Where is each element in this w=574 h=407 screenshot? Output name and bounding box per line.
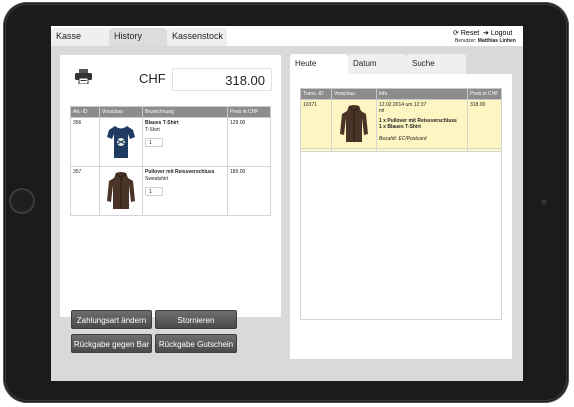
cell-thumb [99,166,143,216]
product-type: Sweatshirt [145,176,169,182]
cell-price: 189.00 [227,166,271,216]
tab-kasse[interactable]: Kasse [51,28,109,46]
payment-method: Bezahlt: EC/Postcard [379,136,427,142]
col-info: Info [376,88,468,100]
logout-icon: ➜ [483,30,489,37]
cell-trans-id: 10371 [300,99,332,152]
printer-icon[interactable] [75,69,92,84]
cell-desc: Pullover mit Reissverschluss Sweatshirt … [142,166,228,216]
currency-label: CHF [139,71,166,86]
transaction-unit: ml [379,108,385,114]
reset-button[interactable]: ⟳ Reset [453,29,479,37]
col-vorschau: Vorschau [331,88,377,100]
tab-heute[interactable]: Heute [290,54,348,74]
col-preis: Preis in CHF [227,106,271,118]
col-art-id: Art.-ID [70,106,100,118]
logout-label: Logout [490,30,513,37]
home-button[interactable] [9,188,35,214]
tshirt-icon [107,126,135,158]
history-empty-area [300,148,502,320]
history-header-row: Trans.-ID Vorschau Info Preis in CHF [300,88,502,100]
tab-kassenstock[interactable]: Kassenstock [167,28,227,46]
cart-panel: CHF 318.00 Art.-ID Vorschau Bezeichnung … [60,55,281,317]
history-tabs: Heute Datum Suche [290,54,512,74]
history-table: Trans.-ID Vorschau Info Preis in CHF 103… [300,88,502,152]
cart-table: Art.-ID Vorschau Bezeichnung Preis in CH… [70,106,271,216]
cell-price: 318.00 [467,99,502,152]
cell-price: 129.00 [227,117,271,167]
user-name: Matthias Linhen [477,38,516,44]
cell-id: 357 [70,166,100,216]
total-display: 318.00 [172,68,272,91]
product-name: Pullover mit Reissverschluss [145,169,215,175]
transaction-item: 1 x Blaues T-Shirt [379,124,421,130]
app-screen: Kasse History Kassenstock ⟳ Reset ➜ Logout… [51,26,523,381]
cancel-button[interactable]: Stornieren [155,310,237,329]
cell-id: 356 [70,117,100,167]
col-bezeichnung: Bezeichnung [142,106,228,118]
camera-dot [541,199,547,205]
tab-datum[interactable]: Datum [348,54,407,74]
reset-label: Reset [460,30,480,37]
cell-desc: Blaues T-Shirt T-Shirt 1 [142,117,228,167]
change-payment-button[interactable]: Zahlungsart ändern [71,310,152,329]
return-cash-button[interactable]: Rückgabe gegen Bar [71,334,152,353]
cart-header-row: Art.-ID Vorschau Bezeichnung Preis in CH… [70,106,271,118]
total-value: 318.00 [225,73,265,88]
tab-suche[interactable]: Suche [407,54,466,74]
cell-info: 12.02.2014 um 12:37 ml 1 x Pullover mit … [376,99,468,152]
cell-thumb [99,117,143,167]
top-bar: Kasse History Kassenstock ⟳ Reset ➜ Logout… [51,26,523,46]
table-row[interactable]: 10371 12.02.2014 um 12:37 ml 1 x Pullove… [300,99,502,152]
history-panel: Trans.-ID Vorschau Info Preis in CHF 103… [290,74,512,359]
logout-button[interactable]: ➜ Logout [483,29,512,37]
table-row[interactable]: 356 Blaues T-Shirt T-Shirt 1 129.00 [70,117,271,167]
col-trans-id: Trans.-ID [300,88,332,100]
quantity-field[interactable]: 1 [145,187,163,196]
cell-thumb [331,99,377,152]
col-preis: Preis in CHF [467,88,502,100]
tab-history[interactable]: History [109,28,167,46]
return-voucher-button[interactable]: Rückgabe Gutschein [155,334,237,353]
refresh-icon: ⟳ [453,30,459,37]
user-info: Benutzer: Matthias Linhen [455,38,516,44]
product-name: Blaues T-Shirt [145,120,179,126]
quantity-field[interactable]: 1 [145,138,163,147]
table-row[interactable]: 357 Pullover mit Reissverschluss Sweatsh… [70,166,271,216]
col-vorschau: Vorschau [99,106,143,118]
product-type: T-Shirt [145,127,160,133]
user-prefix: Benutzer: [455,38,477,44]
hoodie-icon [340,105,368,142]
hoodie-icon [107,172,135,209]
